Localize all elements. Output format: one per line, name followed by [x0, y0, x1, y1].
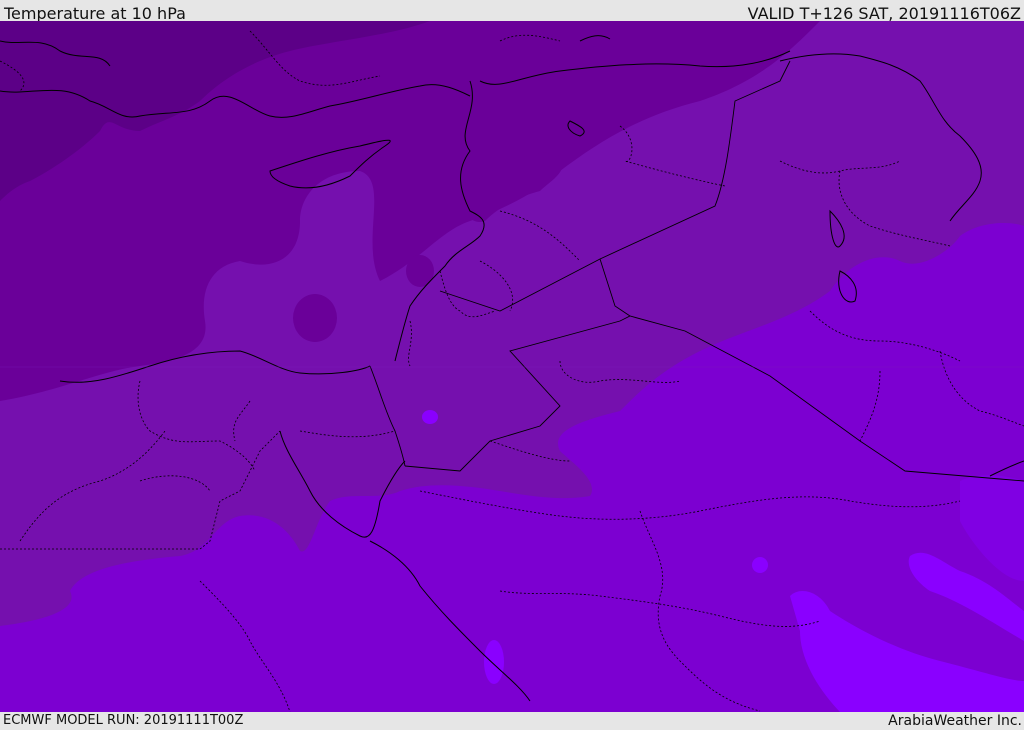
shade-dark-blob [293, 294, 337, 342]
model-run-label: ECMWF MODEL RUN: 20191111T00Z [3, 713, 244, 728]
shade-lightest-blob [752, 557, 768, 573]
header-bar: Temperature at 10 hPa VALID T+126 SAT, 2… [0, 0, 1024, 23]
temperature-field [0, 21, 1024, 712]
footer-bar: ECMWF MODEL RUN: 20191111T00Z ArabiaWeat… [0, 712, 1024, 729]
weather-map[interactable] [0, 21, 1024, 712]
shade-lightest-blob [484, 640, 504, 684]
shade-lightest-blob [422, 410, 438, 424]
credit-label: ArabiaWeather Inc. [888, 713, 1022, 729]
